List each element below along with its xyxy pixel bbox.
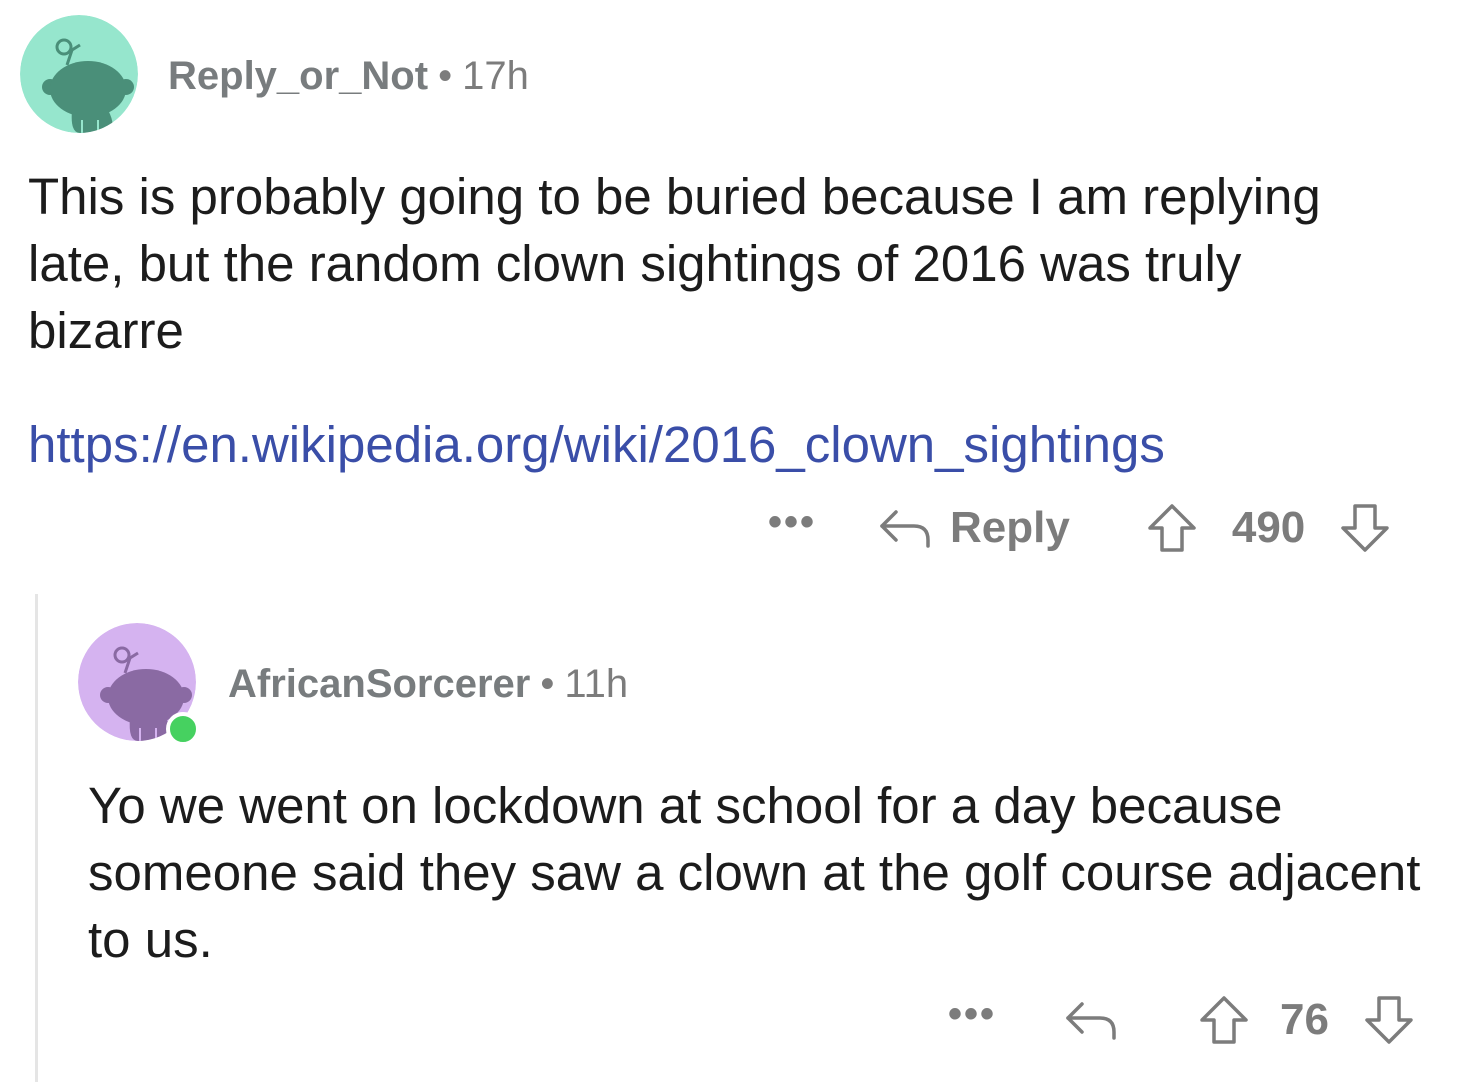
vote-score: 76 <box>1280 995 1329 1044</box>
comment-meta: AfricanSorcerer • 11h <box>228 662 628 706</box>
comment-body: This is probably going to be buried beca… <box>28 168 1321 359</box>
comment-body: Yo we went on lockdown at school for a d… <box>88 777 1421 968</box>
downvote-arrow-icon[interactable] <box>1339 502 1391 554</box>
more-options-button[interactable]: ••• <box>948 994 996 1046</box>
timestamp[interactable]: 17h <box>462 54 529 98</box>
wikipedia-link[interactable]: https://en.wikipedia.org/wiki/2016_clown… <box>28 415 1165 475</box>
user-avatar[interactable] <box>20 15 138 133</box>
snoo-avatar-icon <box>20 15 138 133</box>
online-status-indicator <box>166 712 200 746</box>
reply-arrow-icon <box>878 506 932 550</box>
username[interactable]: Reply_or_Not <box>168 54 428 98</box>
reply-button[interactable]: Reply <box>878 503 1070 553</box>
upvote-arrow-icon[interactable] <box>1198 994 1250 1046</box>
timestamp[interactable]: 11h <box>564 662 628 706</box>
username[interactable]: AfricanSorcerer <box>228 662 530 706</box>
meta-separator: • <box>540 662 555 706</box>
vote-score: 490 <box>1231 503 1306 552</box>
more-options-button[interactable]: ••• <box>768 502 816 554</box>
upvote-arrow-icon[interactable] <box>1146 502 1198 554</box>
comment-meta: Reply_or_Not • 17h <box>168 54 529 98</box>
reply-label: Reply <box>950 503 1070 552</box>
thread-line[interactable] <box>35 594 38 1082</box>
comment-actions: ••• 76 <box>948 990 1415 1050</box>
downvote-arrow-icon[interactable] <box>1363 994 1415 1046</box>
reply-arrow-icon[interactable] <box>1064 998 1118 1042</box>
comment-actions: ••• Reply 490 <box>768 498 1391 558</box>
meta-separator: • <box>438 54 453 98</box>
